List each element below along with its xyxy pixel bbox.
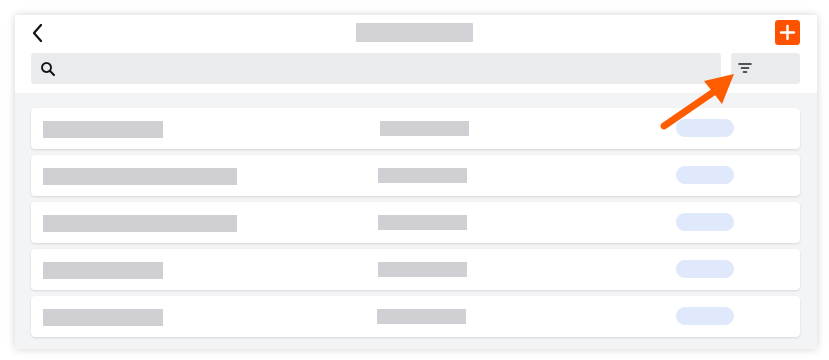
search-icon [41,62,55,76]
list-item[interactable] [31,249,800,290]
back-button[interactable] [27,22,49,44]
item-detail [377,309,466,324]
item-name [43,121,163,138]
list-item[interactable] [31,155,800,196]
app-window [15,15,817,349]
filter-button[interactable] [731,53,800,84]
item-detail [378,262,467,277]
search-bar[interactable] [31,53,721,84]
chevron-left-icon [32,23,43,43]
status-badge [676,119,734,137]
plus-icon [779,24,796,41]
item-detail [378,215,467,230]
list-item[interactable] [31,296,800,337]
item-name [43,215,237,232]
status-badge [676,307,734,325]
status-badge [676,213,734,231]
item-detail [380,121,469,136]
search-input[interactable] [65,53,705,84]
screenshot-stage [0,0,829,360]
item-name [43,262,163,279]
status-badge [676,166,734,184]
status-badge [676,260,734,278]
item-detail [378,168,467,183]
filter-icon [738,63,752,73]
list-item[interactable] [31,202,800,243]
item-list [31,108,800,343]
item-name [43,309,163,326]
item-name [43,168,237,185]
page-title [356,23,473,42]
list-item[interactable] [31,108,800,149]
header [15,15,817,93]
add-button[interactable] [775,20,800,45]
